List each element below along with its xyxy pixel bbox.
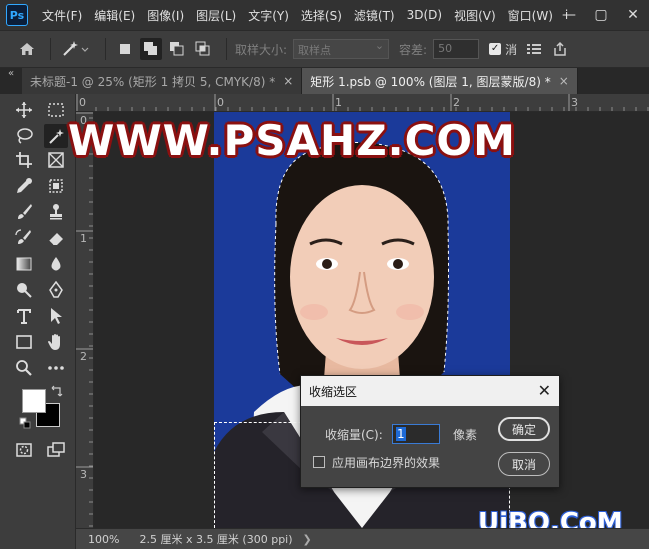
ruler-label: 3 <box>571 96 578 109</box>
gradient-tool-icon[interactable] <box>12 252 36 276</box>
contract-amount-label: 收缩量(C): <box>325 428 383 442</box>
menu-filter[interactable]: 滤镜(T) <box>348 7 401 24</box>
contract-amount-input[interactable]: 1 <box>392 424 440 444</box>
ruler-label: 1 <box>80 232 87 245</box>
collapse-panels-icon[interactable]: « <box>0 68 22 94</box>
unit-label: 像素 <box>453 428 478 442</box>
menu-view[interactable]: 视图(V) <box>448 7 502 24</box>
apply-canvas-bounds-label[interactable]: 应用画布边界的效果 <box>332 454 440 471</box>
ruler-label: 3 <box>80 468 87 481</box>
apply-canvas-bounds-checkbox[interactable] <box>313 456 325 468</box>
menu-bar: Ps 文件(F) 编辑(E) 图像(I) 图层(L) 文字(Y) 选择(S) 滤… <box>0 0 649 30</box>
ruler-label: 2 <box>80 350 87 363</box>
contract-amount-value: 1 <box>396 427 406 441</box>
add-selection-icon[interactable] <box>140 38 162 60</box>
tolerance-input[interactable]: 50 <box>433 39 480 59</box>
zoom-tool-icon[interactable] <box>12 356 36 380</box>
menu-window[interactable]: 窗口(W) <box>502 7 559 24</box>
quick-mask-icon[interactable] <box>12 438 36 462</box>
intersect-selection-icon[interactable] <box>192 38 214 60</box>
sample-size-select[interactable]: 取样点 <box>293 39 390 59</box>
close-window-button[interactable]: ✕ <box>617 0 649 30</box>
tolerance-label: 容差: <box>399 42 428 57</box>
ruler-label: 1 <box>335 96 342 109</box>
document-size: 2.5 厘米 x 3.5 厘米 (300 ppi) <box>139 533 293 546</box>
move-tool-icon[interactable] <box>12 98 36 122</box>
menu-select[interactable]: 选择(S) <box>295 7 348 24</box>
magic-wand-icon[interactable] <box>59 38 93 60</box>
dialog-close-icon[interactable]: ✕ <box>538 381 551 400</box>
screen-mode-icon[interactable] <box>44 438 68 462</box>
eyedropper-tool-icon[interactable] <box>12 174 36 198</box>
rectangle-tool-icon[interactable] <box>12 330 36 354</box>
menu-type[interactable]: 文字(Y) <box>242 7 295 24</box>
menu-3d[interactable]: 3D(D) <box>401 8 448 22</box>
document-tab-bar: « 未标题-1 @ 25% (矩形 1 拷贝 5, CMYK/8) * × 矩形… <box>0 68 649 94</box>
ok-button[interactable]: 确定 <box>498 417 550 441</box>
cancel-button[interactable]: 取消 <box>498 452 550 476</box>
window-controls: — ▢ ✕ <box>553 0 649 30</box>
brush-tool-icon[interactable] <box>12 200 36 224</box>
home-icon[interactable] <box>16 38 38 60</box>
menu-edit[interactable]: 编辑(E) <box>88 7 141 24</box>
magic-wand-tool-icon[interactable] <box>44 124 68 148</box>
ruler-label: 0 <box>217 96 224 109</box>
menu-image[interactable]: 图像(I) <box>141 7 190 24</box>
ruler-label: 2 <box>453 96 460 109</box>
dialog-title: 收缩选区 <box>309 384 358 399</box>
history-brush-tool-icon[interactable] <box>12 226 36 250</box>
settings-panel-icon[interactable] <box>523 38 545 60</box>
default-colors-icon[interactable] <box>18 416 32 430</box>
more-tools-icon[interactable] <box>44 356 68 380</box>
watermark-top: WWW.PSAHZ.COM <box>68 116 516 165</box>
options-bar: 取样大小: 取样点 容差: 50 ✓ 消 <box>0 30 649 68</box>
antialias-checkbox[interactable]: ✓ <box>489 43 502 55</box>
crop-tool-icon[interactable] <box>12 148 36 172</box>
status-bar: 100% 2.5 厘米 x 3.5 厘米 (300 ppi) ❯ <box>76 528 649 549</box>
blur-tool-icon[interactable] <box>44 252 68 276</box>
foreground-color-swatch[interactable] <box>22 389 46 413</box>
marquee-tool-icon[interactable] <box>44 98 68 122</box>
ruler-label: 0 <box>79 96 86 109</box>
share-icon[interactable] <box>549 38 571 60</box>
minimize-button[interactable]: — <box>553 0 585 30</box>
lasso-tool-icon[interactable] <box>12 124 36 148</box>
antialias-label: 消 <box>505 42 518 57</box>
type-tool-icon[interactable] <box>12 304 36 328</box>
eraser-tool-icon[interactable] <box>44 226 68 250</box>
menu-file[interactable]: 文件(F) <box>36 7 88 24</box>
tab-untitled-1[interactable]: 未标题-1 @ 25% (矩形 1 拷贝 5, CMYK/8) * × <box>22 68 303 94</box>
dialog-title-bar[interactable]: 收缩选区 ✕ <box>301 376 559 406</box>
tools-panel <box>0 94 76 549</box>
tab-label: 矩形 1.psb @ 100% (图层 1, 图层蒙版/8) * <box>310 74 551 89</box>
stamp-tool-icon[interactable] <box>44 200 68 224</box>
frame-tool-icon[interactable] <box>44 148 68 172</box>
menu-layer[interactable]: 图层(L) <box>190 7 242 24</box>
sample-size-label: 取样大小: <box>235 42 288 57</box>
subtract-selection-icon[interactable] <box>166 38 188 60</box>
zoom-level[interactable]: 100% <box>88 533 119 546</box>
tab-close-icon[interactable]: × <box>559 74 569 88</box>
tab-label: 未标题-1 @ 25% (矩形 1 拷贝 5, CMYK/8) * <box>30 74 276 89</box>
contract-selection-dialog: 收缩选区 ✕ 收缩量(C): 1 像素 应用画布边界的效果 确定 取消 <box>300 375 560 488</box>
ruler-horizontal[interactable]: 0 0 1 2 3 <box>76 94 649 112</box>
photoshop-logo: Ps <box>6 4 28 26</box>
object-selection-tool-icon[interactable] <box>44 174 68 198</box>
swap-colors-icon[interactable] <box>50 384 64 398</box>
tab-rect-psb[interactable]: 矩形 1.psb @ 100% (图层 1, 图层蒙版/8) * × <box>302 68 578 94</box>
maximize-button[interactable]: ▢ <box>585 0 617 30</box>
dodge-tool-icon[interactable] <box>12 278 36 302</box>
hand-tool-icon[interactable] <box>44 330 68 354</box>
status-menu-arrow-icon[interactable]: ❯ <box>303 533 312 546</box>
ruler-vertical[interactable]: 0 1 2 3 <box>76 112 94 528</box>
pen-tool-icon[interactable] <box>44 278 68 302</box>
tab-close-icon[interactable]: × <box>283 74 293 88</box>
path-selection-tool-icon[interactable] <box>44 304 68 328</box>
new-selection-icon[interactable] <box>114 38 136 60</box>
